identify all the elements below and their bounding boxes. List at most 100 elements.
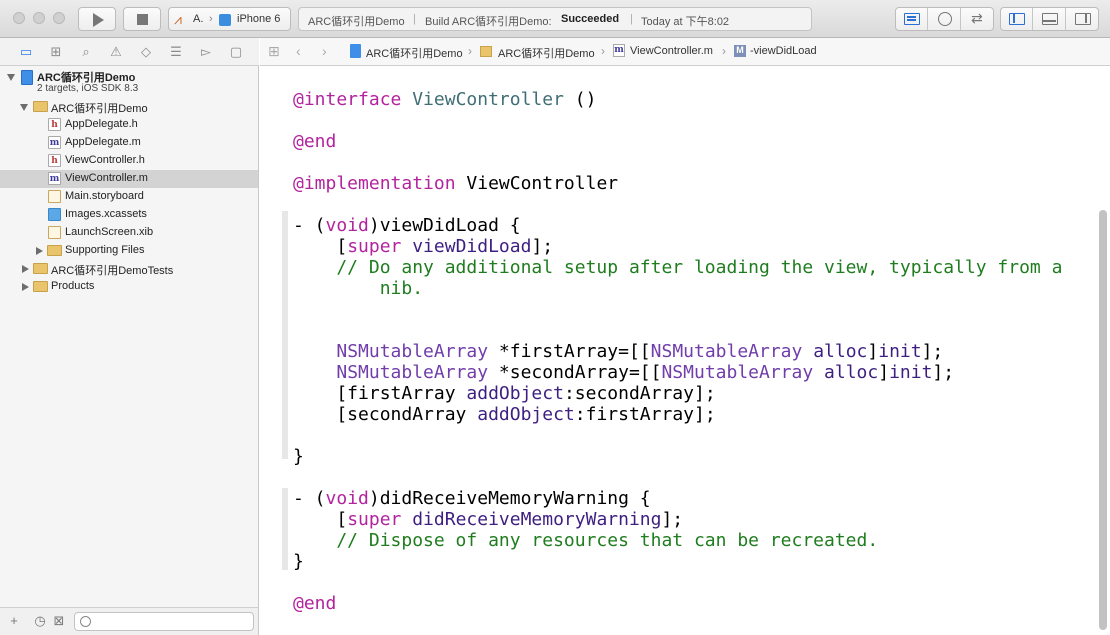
tree-row[interactable]: h ViewController.h xyxy=(0,152,258,170)
run-button[interactable] xyxy=(78,7,116,31)
tree-row[interactable]: Products xyxy=(0,278,258,296)
minimize-window-button[interactable] xyxy=(33,12,45,24)
code-fold-ribbon[interactable] xyxy=(282,488,288,570)
issue-navigator-icon[interactable]: ⚠ xyxy=(108,44,124,60)
source-control-filter-icon[interactable]: ⊠ xyxy=(52,614,66,628)
tree-row[interactable]: Supporting Files xyxy=(0,242,258,260)
tree-item-label: Supporting Files xyxy=(65,244,145,256)
code-line: } xyxy=(293,446,304,467)
breadcrumb-file[interactable]: ViewController.m xyxy=(630,45,713,57)
activity-divider: | xyxy=(630,13,633,25)
storyboard-icon xyxy=(48,190,61,203)
tree-item-label: LaunchScreen.xib xyxy=(65,226,154,238)
tree-row[interactable]: LaunchScreen.xib xyxy=(0,224,258,242)
forward-arrow-icon[interactable]: › xyxy=(322,43,327,59)
standard-editor-button[interactable] xyxy=(896,8,928,30)
breakpoint-navigator-icon[interactable]: ▻ xyxy=(198,44,214,60)
m-file-icon: m xyxy=(48,172,61,185)
code-fold-ribbon[interactable] xyxy=(282,211,288,459)
add-icon[interactable]: + xyxy=(7,614,21,628)
debug-navigator-icon[interactable]: ☰ xyxy=(168,44,184,60)
breadcrumb-project[interactable]: ARC循环引用Demo xyxy=(366,45,463,61)
editor-gutter[interactable] xyxy=(260,66,288,635)
chevron-right-icon: › xyxy=(601,44,605,58)
tree-item-label: ARC循环引用Demo xyxy=(51,103,148,115)
editor-mode-group: ⇄ xyxy=(895,7,994,31)
disclosure-closed-icon[interactable] xyxy=(36,247,43,255)
breadcrumb-method[interactable]: -viewDidLoad xyxy=(750,45,817,57)
assistant-editor-button[interactable] xyxy=(929,8,961,30)
activity-time: Today at 下午8:02 xyxy=(641,16,730,28)
chevron-right-icon: › xyxy=(468,44,472,58)
code-line: @implementation ViewController xyxy=(293,173,619,194)
zoom-window-button[interactable] xyxy=(53,12,65,24)
breadcrumb-group[interactable]: ARC循环引用Demo xyxy=(498,45,595,61)
code-line: @interface ViewController () xyxy=(293,89,597,110)
test-navigator-icon[interactable]: ◇ xyxy=(138,44,154,60)
recent-files-icon[interactable]: ◷ xyxy=(33,614,47,628)
tree-row-selected[interactable]: m ViewController.m xyxy=(0,170,258,188)
related-items-icon[interactable]: ⊞ xyxy=(268,43,280,60)
find-navigator-icon[interactable]: ⌕ xyxy=(78,44,94,60)
code-line: @end xyxy=(293,131,337,152)
disclosure-open-icon[interactable] xyxy=(7,74,15,81)
toggle-navigator-button[interactable] xyxy=(1001,8,1033,30)
code-line: } xyxy=(293,551,304,572)
code-line: // Dispose of any resources that can be … xyxy=(293,530,879,551)
toolbar: ⩘ A. › iPhone 6 ARC循环引用Demo | Build ARC循… xyxy=(0,0,1110,38)
activity-viewer: ARC循环引用Demo | Build ARC循环引用Demo: Succeed… xyxy=(298,7,812,31)
folder-icon xyxy=(47,245,62,256)
xib-icon xyxy=(48,226,61,239)
activity-project: ARC循环引用Demo xyxy=(308,16,405,28)
tree-item-label: ViewController.h xyxy=(65,154,145,166)
tree-item-label: AppDelegate.h xyxy=(65,118,138,130)
toggle-utilities-button[interactable] xyxy=(1067,8,1099,30)
method-icon: M xyxy=(734,45,746,57)
tree-item-label: Main.storyboard xyxy=(65,190,144,202)
code-line: - (void)didReceiveMemoryWarning { xyxy=(293,488,651,509)
project-navigator-icon[interactable]: ▭ xyxy=(18,44,34,60)
vertical-scrollbar[interactable] xyxy=(1099,210,1107,630)
project-root-row[interactable]: ARC循环引用Demo 2 targets, iOS SDK 8.3 xyxy=(0,68,258,98)
close-window-button[interactable] xyxy=(13,12,25,24)
disclosure-open-icon[interactable] xyxy=(20,104,28,111)
tree-row[interactable]: ARC循环引用Demo xyxy=(0,98,258,116)
jump-bar: ⊞ ‹ › ARC循环引用Demo › ARC循环引用Demo › m View… xyxy=(260,38,1110,66)
code-line: - (void)viewDidLoad { xyxy=(293,215,521,236)
play-icon xyxy=(93,13,104,27)
folder-icon xyxy=(33,263,48,274)
back-arrow-icon[interactable]: ‹ xyxy=(296,43,301,59)
code-line: [secondArray addObject:firstArray]; xyxy=(293,404,716,425)
code-line: // Do any additional setup after loading… xyxy=(293,257,1063,278)
code-text[interactable]: @interface ViewController () @end @imple… xyxy=(293,66,1062,614)
disclosure-closed-icon[interactable] xyxy=(22,283,29,291)
filter-input[interactable] xyxy=(74,612,254,631)
code-line: [firstArray addObject:secondArray]; xyxy=(293,383,716,404)
project-icon xyxy=(21,70,33,85)
scheme-selector[interactable]: ⩘ A. › iPhone 6 xyxy=(168,7,291,31)
navigator-filter-bar: + ◷ ⊠ xyxy=(0,607,259,635)
project-icon xyxy=(350,44,361,58)
version-editor-button[interactable]: ⇄ xyxy=(962,8,994,30)
code-line: [super didReceiveMemoryWarning]; xyxy=(293,509,684,530)
tree-row[interactable]: ARC循环引用DemoTests xyxy=(0,260,258,278)
standard-editor-icon xyxy=(904,13,920,25)
h-file-icon: h xyxy=(48,154,61,167)
tree-item-label: Images.xcassets xyxy=(65,208,147,220)
disclosure-closed-icon[interactable] xyxy=(22,265,29,273)
report-navigator-icon[interactable]: ▢ xyxy=(228,44,244,60)
tree-row[interactable]: m AppDelegate.m xyxy=(0,134,258,152)
stop-button[interactable] xyxy=(123,7,161,31)
symbol-navigator-icon[interactable]: ⊞ xyxy=(48,44,64,60)
source-editor[interactable]: @interface ViewController () @end @imple… xyxy=(260,66,1110,635)
tree-row[interactable]: h AppDelegate.h xyxy=(0,116,258,134)
folder-icon xyxy=(33,281,48,292)
tree-row[interactable]: Images.xcassets xyxy=(0,206,258,224)
toggle-debug-area-button[interactable] xyxy=(1034,8,1066,30)
tree-item-label: ViewController.m xyxy=(65,172,148,184)
tree-row[interactable]: Main.storyboard xyxy=(0,188,258,206)
activity-build: Build ARC循环引用Demo: xyxy=(425,16,552,28)
app-target-icon: ⩘ xyxy=(174,11,182,27)
stop-icon xyxy=(137,14,148,25)
code-line: nib. xyxy=(293,278,424,299)
